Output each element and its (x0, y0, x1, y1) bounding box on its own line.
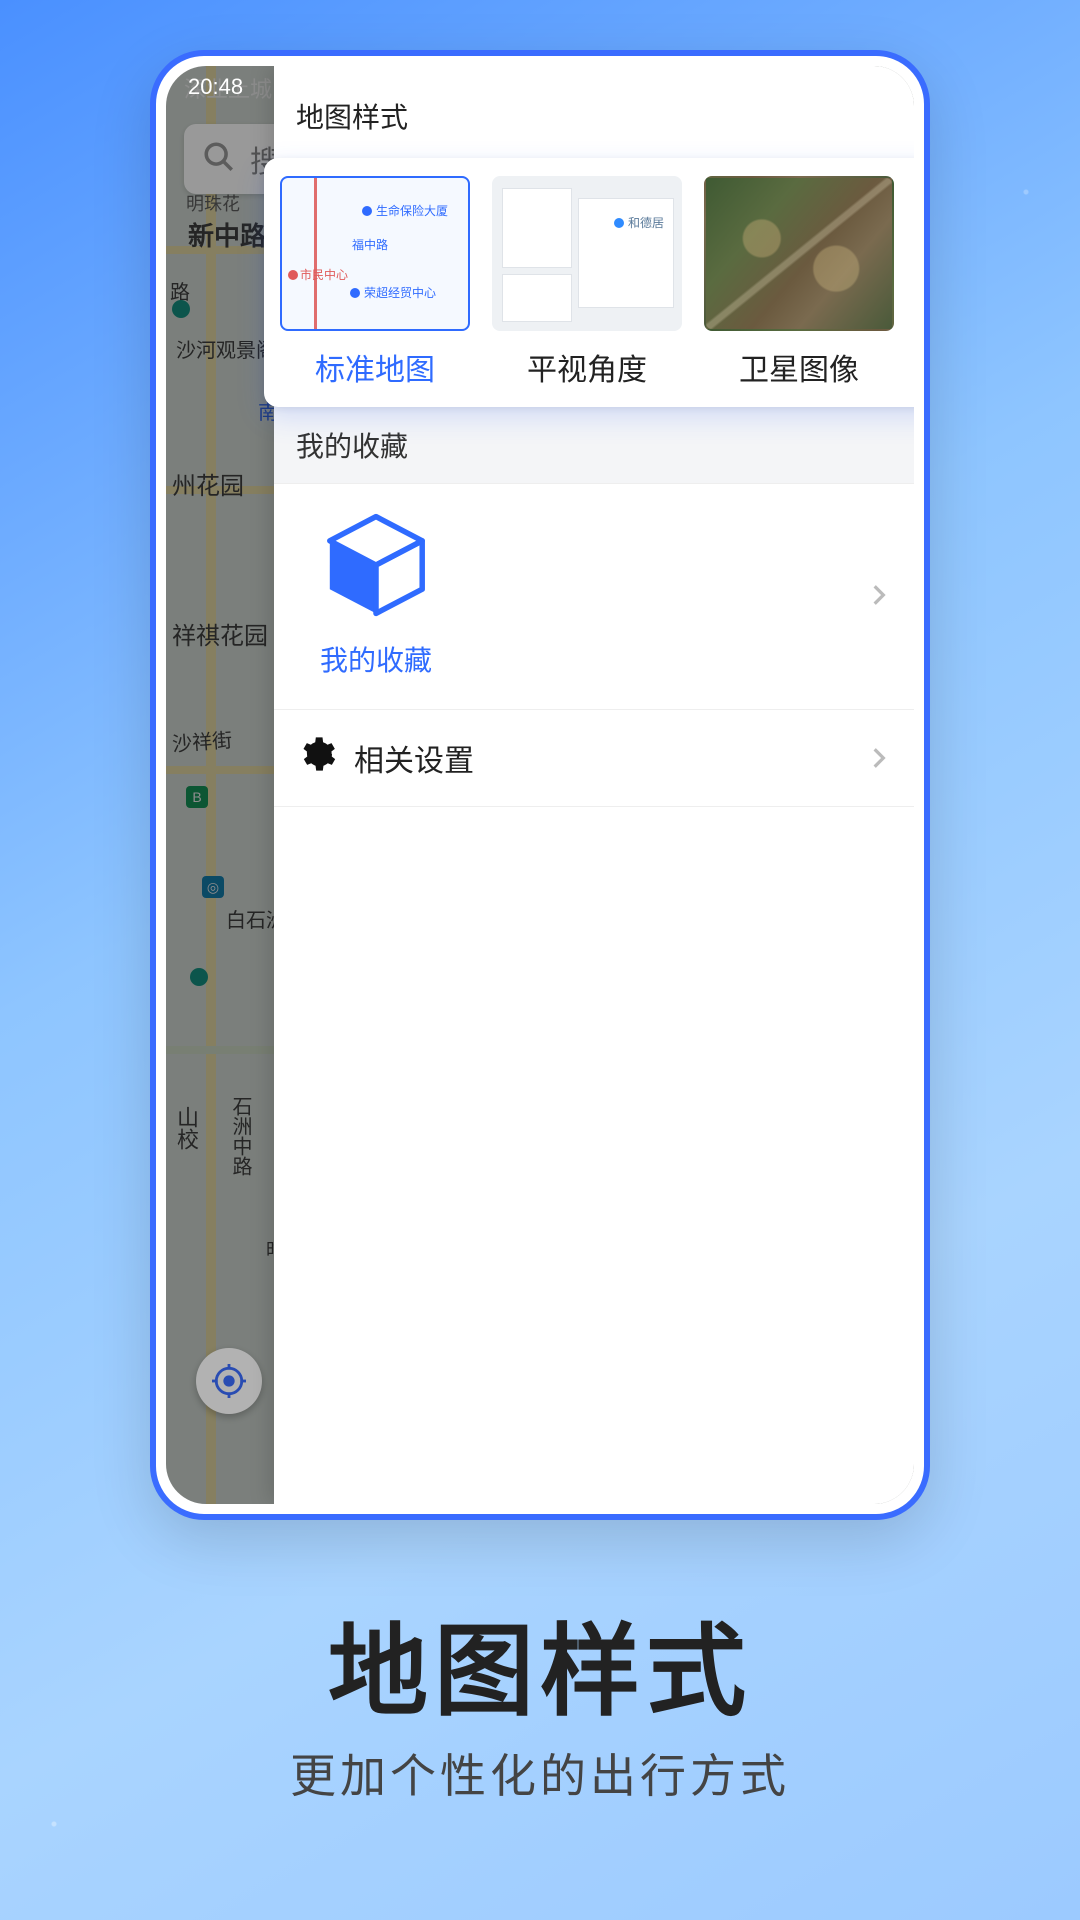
map-style-standard[interactable]: 生命保险大厦 福中路 市民中心 荣超经贸中心 标准地图 (280, 176, 470, 389)
favorites-item-label: 我的收藏 (320, 639, 432, 679)
marketing-subline: 更加个性化的出行方式 (0, 1740, 1080, 1806)
map-label: 祥祺花园 (172, 616, 268, 651)
map-style-flat-thumb: 和德居 (492, 176, 682, 331)
map-style-sheet: 地图样式 生命保险大厦 福中路 市民中心 荣超经贸中心 (274, 66, 914, 1504)
settings-row[interactable]: 相关设置 (274, 710, 914, 807)
gear-icon (296, 734, 336, 782)
search-icon (202, 140, 236, 179)
metro-icon: B (186, 786, 208, 808)
map-poi (172, 298, 194, 319)
box-icon (321, 510, 431, 625)
map-style-standard-thumb: 生命保险大厦 福中路 市民中心 荣超经贸中心 (280, 176, 470, 331)
status-bar: 20:48 ⌖ ▭ (166, 66, 914, 108)
status-icons: ⌖ ▭ (787, 75, 892, 100)
cast-icon: ▭ (837, 77, 854, 98)
map-style-satellite-thumb (704, 176, 894, 331)
favorites-row[interactable]: 我的收藏 (274, 484, 914, 710)
map-label: 州花园 (172, 466, 244, 501)
map-label: 山校 (170, 1106, 202, 1150)
battery-icon (864, 77, 892, 98)
favorites-item[interactable]: 我的收藏 (296, 510, 456, 679)
map-style-flat[interactable]: 和德居 平视角度 (492, 176, 682, 389)
map-label: 新中路 (188, 216, 266, 253)
marketing-headline: 地图样式 (0, 1590, 1080, 1735)
favorites-section-header: 我的收藏 (274, 406, 914, 484)
map-style-card: 生命保险大厦 福中路 市民中心 荣超经贸中心 标准地图 (264, 158, 914, 407)
phone-frame: 深业上城山谷 新中路 明珠花 路 沙河观景阁 南山 州花园 茂 祥祺花园 沙祥街… (150, 50, 930, 1520)
map-poi (190, 966, 212, 987)
map-label: 沙祥街 (171, 724, 233, 757)
map-style-label: 平视角度 (492, 345, 682, 389)
wifi-icon (807, 75, 827, 100)
settings-label: 相关设置 (354, 736, 474, 780)
status-time: 20:48 (188, 74, 243, 100)
location-icon: ⌖ (787, 77, 797, 98)
map-label: 石洲中路 (226, 1096, 255, 1176)
chevron-right-icon (866, 745, 892, 771)
metro-icon: ◎ (202, 876, 224, 898)
map-style-satellite[interactable]: 卫星图像 (704, 176, 894, 389)
map-style-label: 卫星图像 (704, 345, 894, 389)
chevron-right-icon (866, 582, 892, 608)
phone-screen: 深业上城山谷 新中路 明珠花 路 沙河观景阁 南山 州花园 茂 祥祺花园 沙祥街… (166, 66, 914, 1504)
map-style-label: 标准地图 (280, 345, 470, 389)
locate-button[interactable] (196, 1348, 262, 1414)
map-label: 沙河观景阁 (176, 334, 276, 363)
